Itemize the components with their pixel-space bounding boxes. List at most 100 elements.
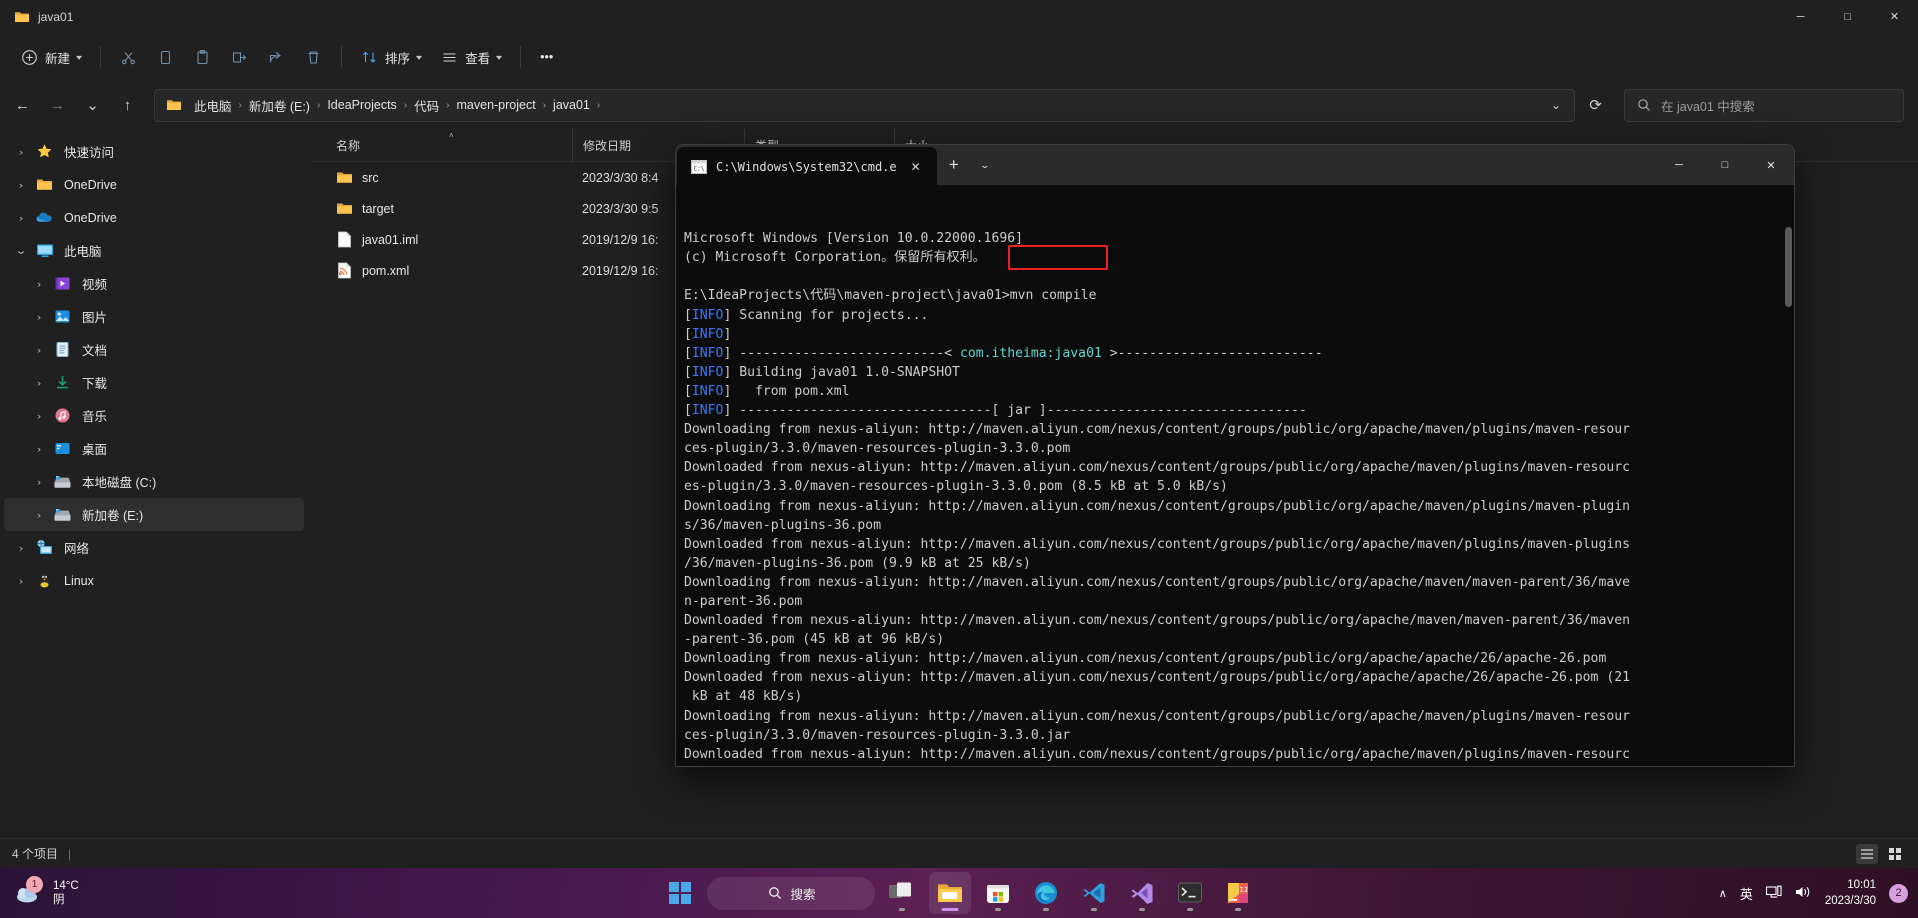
ime-indicator[interactable]: 英 [1740, 884, 1753, 903]
vscode-button[interactable] [1073, 872, 1115, 914]
refresh-button[interactable]: ⟳ [1579, 89, 1612, 122]
sidebar-item-7[interactable]: › 下载 [4, 366, 304, 399]
close-button[interactable]: ✕ [1871, 0, 1918, 33]
terminal-line: [INFO] --------------------------< com.i… [684, 344, 1790, 363]
rename-button[interactable] [222, 40, 257, 74]
notification-badge[interactable]: 2 [1889, 883, 1908, 903]
network-icon[interactable] [1765, 884, 1782, 903]
sidebar-item-3[interactable]: ⌄ 此电脑 [4, 234, 304, 267]
breadcrumb-item-3[interactable]: 代码 [408, 93, 445, 118]
terminal-text: ces-plugin/3.3.0/maven-resources-plugin-… [684, 727, 1071, 743]
search-box[interactable]: 在 java01 中搜索 [1624, 88, 1904, 122]
sidebar-item-10[interactable]: › 本地磁盘 (C:) [4, 465, 304, 498]
sidebar-item-12[interactable]: › 网络 [4, 531, 304, 564]
sidebar-item-4[interactable]: › 视频 [4, 267, 304, 300]
terminal-token-cyan2: com.itheima:java01 [959, 345, 1102, 361]
terminal-line: Downloading from nexus-aliyun: http://ma… [684, 573, 1790, 592]
recent-locations-button[interactable]: ⌄ [76, 89, 109, 122]
sidebar-item-2[interactable]: › OneDrive [4, 201, 304, 234]
task-view-button[interactable] [881, 872, 923, 914]
delete-button[interactable] [296, 40, 331, 74]
file-name-label: src [362, 170, 379, 185]
minimize-button[interactable]: ─ [1777, 0, 1824, 33]
large-icons-view-button[interactable] [1884, 844, 1906, 864]
chevron-right-icon[interactable]: › [21, 510, 56, 520]
chevron-right-icon[interactable]: › [21, 345, 56, 355]
weather-badge: 1 [26, 876, 43, 893]
chevron-right-icon[interactable]: › [3, 213, 38, 223]
terminal-token-cyan: INFO [691, 403, 724, 419]
terminal-button[interactable] [1169, 872, 1211, 914]
terminal-minimize-button[interactable]: ─ [1656, 145, 1702, 185]
search-button[interactable]: 搜索 [707, 876, 875, 910]
edge-button[interactable] [1025, 872, 1067, 914]
column-header-0[interactable]: 名称 ˄ [326, 129, 572, 162]
chevron-right-icon[interactable]: › [21, 411, 56, 421]
sort-button[interactable]: 排序 ▾ [352, 40, 430, 74]
clock-time: 10:01 [1847, 879, 1876, 891]
up-button[interactable]: ↑ [111, 89, 144, 122]
back-button[interactable]: ← [6, 89, 39, 122]
terminal-text: >-------------------------- [1101, 345, 1323, 361]
breadcrumb-item-2[interactable]: IdeaProjects [321, 95, 402, 115]
volume-icon[interactable] [1795, 884, 1812, 903]
terminal-tab-close-button[interactable]: ✕ [906, 158, 926, 176]
address-dropdown-button[interactable]: ⌄ [1542, 92, 1570, 119]
terminal-text: Downloading from nexus-aliyun: http://ma… [684, 708, 1630, 724]
terminal-output[interactable]: Microsoft Windows [Version 10.0.22000.16… [676, 185, 1794, 766]
sidebar-item-8[interactable]: › 音乐 [4, 399, 304, 432]
weather-widget[interactable]: 1 14°C 阴 [0, 876, 250, 907]
terminal-line: (c) Microsoft Corporation。保留所有权利。 [684, 248, 1790, 267]
terminal-scrollbar[interactable] [1785, 227, 1792, 307]
share-button[interactable] [259, 40, 294, 74]
tray-chevron-icon[interactable]: ∧ [1719, 887, 1727, 900]
explorer-tab-java01[interactable]: java01 [0, 0, 87, 33]
chevron-right-icon[interactable]: › [21, 279, 56, 289]
breadcrumb-item-4[interactable]: maven-project [451, 95, 542, 115]
start-button[interactable] [659, 872, 701, 914]
search-input[interactable]: 在 java01 中搜索 [1661, 96, 1755, 115]
sidebar-item-5[interactable]: › 图片 [4, 300, 304, 333]
terminal-maximize-button[interactable]: □ [1702, 145, 1748, 185]
breadcrumb-item-1[interactable]: 新加卷 (E:) [243, 93, 316, 118]
chevron-right-icon[interactable]: › [3, 147, 38, 157]
terminal-tab-dropdown-button[interactable]: ⌄ [965, 160, 1004, 171]
chevron-right-icon[interactable]: › [21, 312, 56, 322]
sidebar-item-11[interactable]: › 新加卷 (E:) [4, 498, 304, 531]
chevron-right-icon[interactable]: › [21, 378, 56, 388]
sidebar-item-9[interactable]: › 桌面 [4, 432, 304, 465]
breadcrumb-item-0[interactable]: 此电脑 [188, 93, 238, 118]
more-options-button[interactable]: ••• [531, 40, 562, 74]
sidebar-item-0[interactable]: › 快速访问 [4, 135, 304, 168]
forward-button[interactable]: → [41, 89, 74, 122]
details-view-button[interactable] [1856, 843, 1878, 864]
chevron-right-icon[interactable]: › [21, 477, 56, 487]
clock[interactable]: 10:01 2023/3/30 [1825, 877, 1876, 909]
visual-studio-button[interactable] [1121, 872, 1163, 914]
microsoft-store-button[interactable] [977, 872, 1019, 914]
file-explorer-button[interactable] [929, 872, 971, 914]
copy-button[interactable] [148, 40, 183, 74]
paste-button[interactable] [185, 40, 220, 74]
taskbar: 1 14°C 阴 搜索 IJ ∧ 英 10:01 2023/3/30 2 [0, 868, 1918, 918]
maximize-button[interactable]: □ [1824, 0, 1871, 33]
address-bar[interactable]: 此电脑 › 新加卷 (E:) › IdeaProjects › 代码 › maven-proje… [154, 88, 1575, 122]
sidebar-item-6[interactable]: › 文档 [4, 333, 304, 366]
terminal-line: /36/maven-plugins-36.pom (9.9 kB at 25 k… [684, 554, 1790, 573]
cut-button[interactable] [111, 40, 146, 74]
new-button[interactable]: 新建 ▾ [12, 40, 90, 74]
terminal-text: Downloaded from nexus-aliyun: http://mav… [684, 746, 1630, 762]
terminal-text: [ [684, 383, 692, 399]
view-button[interactable]: 查看 ▾ [432, 40, 510, 74]
terminal-tab[interactable]: C:\ C:\Windows\System32\cmd.e ✕ [677, 147, 937, 187]
chevron-down-icon[interactable]: ⌄ [3, 244, 38, 257]
breadcrumb-item-5[interactable]: java01 [547, 95, 596, 115]
chevron-right-icon[interactable]: › [3, 576, 38, 586]
chevron-right-icon[interactable]: › [3, 180, 38, 190]
sidebar-item-13[interactable]: › Linux [4, 564, 304, 597]
intellij-idea-button[interactable]: IJ [1217, 872, 1259, 914]
sidebar-item-1[interactable]: › OneDrive [4, 168, 304, 201]
chevron-right-icon[interactable]: › [3, 543, 38, 553]
chevron-right-icon[interactable]: › [21, 444, 56, 454]
terminal-close-button[interactable]: ✕ [1748, 145, 1794, 185]
